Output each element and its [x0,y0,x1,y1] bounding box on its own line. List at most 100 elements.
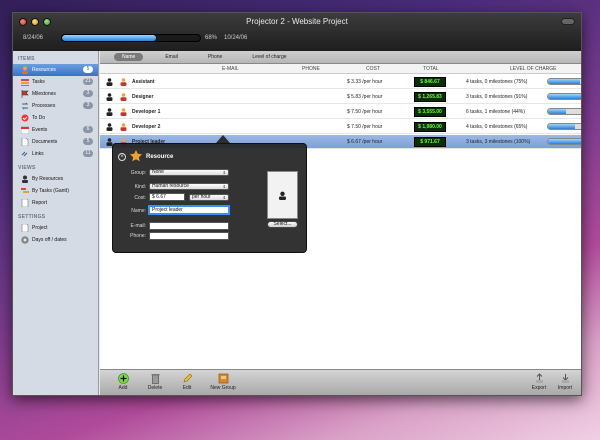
sidebar: ITEMS Resources 5 Tasks 21 Milestones 3 … [13,51,99,395]
new-group-label: New Group [210,385,236,391]
trash-icon [151,374,159,384]
delete-button[interactable]: Delete [140,373,170,391]
charge-level-fill [548,109,567,114]
sidebar-item-label: Resources [32,67,56,73]
name-input[interactable]: Project leader [149,206,229,214]
sidebar-item-milestones[interactable]: Milestones 3 [13,88,98,100]
person-icon [106,93,113,101]
sidebar-item-label: By Tasks (Gantt) [32,188,69,194]
group-value: None [152,169,164,175]
gear-icon [21,236,29,244]
sidebar-item-label: Tasks [32,79,45,85]
sidebar-item-label: To Do [32,115,46,121]
popover-title: Resource [146,154,174,160]
sidebar-item-by-resources[interactable]: By Resources [13,173,98,185]
charge-level-bar [547,138,581,145]
group-label: Group: [130,170,146,176]
tab-phone[interactable]: Phone [200,53,230,61]
add-button[interactable]: Add [108,373,138,391]
charge-level-fill [548,94,581,99]
sidebar-item-days-off[interactable]: Days off / dates [13,234,98,246]
sidebar-item-events[interactable]: Events 6 [13,124,98,136]
close-icon[interactable]: × [118,153,126,161]
resource-avatar-icon [120,108,127,116]
new-group-button[interactable]: New Group [204,373,242,391]
tab-level-of-charge[interactable]: Level of charge [244,53,294,61]
edit-button[interactable]: Edit [172,373,202,391]
updown-arrow-icon: ⇕ [222,170,226,175]
gantt-icon [21,187,29,195]
app-window: Projector 2 - Website Project 8/24/06 68… [12,12,582,396]
end-date: 10/24/06 [224,35,248,41]
person-icon [106,108,113,116]
milestones-icon [21,90,29,98]
column-cost[interactable]: COST [366,66,380,72]
documents-icon [21,138,29,146]
updown-arrow-icon: ⇕ [222,195,226,200]
resource-avatar-icon [120,123,127,131]
sidebar-item-report[interactable]: Report [13,197,98,209]
resource-popover: × Resource Group: None ⇕ Kind: Human reso… [112,143,307,253]
resource-total: $ 1,265.83 [414,92,446,102]
column-phone[interactable]: PHONE [302,66,320,72]
charge-level-fill [548,139,581,144]
import-button[interactable]: Import [550,373,580,391]
count-badge: 6 [83,126,93,133]
project-progress-bar [61,34,201,42]
sidebar-item-links[interactable]: Links 11 [13,148,98,160]
events-icon [21,126,29,134]
sidebar-item-project[interactable]: Project [13,222,98,234]
kind-select[interactable]: Human resource ⇕ [149,183,229,190]
phone-label: Phone: [130,233,146,239]
sidebar-section-title: ITEMS [18,56,35,62]
resource-total: $ 971.67 [414,137,446,147]
import-label: Import [557,385,573,391]
table-row[interactable]: Developer 1 $ 7.50 /per hour $ 3,555.00 6 t… [100,105,581,119]
table-row[interactable]: Developer 2 $ 7.50 /per hour $ 1,980.00 4 t… [100,120,581,134]
window-title: Projector 2 - Website Project [246,17,348,26]
sidebar-item-label: Days off / dates [32,237,67,243]
photo-well[interactable] [267,171,298,219]
column-email[interactable]: E-MAIL [222,66,239,72]
sidebar-item-todo[interactable]: To Do [13,112,98,124]
cost-input[interactable]: $ 6.67 [149,193,185,201]
add-label: Add [118,385,128,391]
email-input[interactable] [149,222,229,230]
resource-cost: $ 5.83 /per hour [347,94,383,100]
cost-label: Cost: [134,195,146,201]
sidebar-item-label: By Resources [32,176,64,182]
person-icon [21,175,29,183]
sidebar-item-documents[interactable]: Documents 5 [13,136,98,148]
charge-level-bar [547,123,581,130]
title-bar: Projector 2 - Website Project 8/24/06 68… [13,13,581,51]
count-badge: 3 [83,102,93,109]
resource-name: Assistant [132,79,155,85]
email-label: E-mail: [130,223,146,229]
select-photo-button[interactable]: Select... [267,221,298,228]
tab-email[interactable]: Email [157,53,186,61]
project-progress-fill [62,35,156,41]
table-row[interactable]: Designer $ 5.83 /per hour $ 1,265.83 3 task… [100,90,581,104]
sidebar-item-label: Documents [32,139,58,145]
resource-total: $ 3,555.00 [414,107,446,117]
resource-charge: 6 tasks, 1 milestone (44%) [466,109,525,115]
group-select[interactable]: None ⇕ [149,169,229,176]
sidebar-item-resources[interactable]: Resources 5 [13,64,98,76]
todo-icon [21,114,29,122]
sidebar-item-by-tasks-gantt[interactable]: By Tasks (Gantt) [13,185,98,197]
report-icon [21,199,29,207]
sidebar-section-title: VIEWS [18,165,36,171]
count-badge: 3 [83,90,93,97]
count-badge: 21 [83,78,93,85]
column-level-of-charge[interactable]: LEVEL OF CHARGE [510,66,557,72]
toolbar-toggle-button[interactable] [561,18,575,25]
tab-name[interactable]: Name [114,53,144,61]
phone-input[interactable] [149,232,229,240]
export-icon [535,373,543,383]
sidebar-item-tasks[interactable]: Tasks 21 [13,76,98,88]
sidebar-item-processes[interactable]: Processes 3 [13,100,98,112]
cost-unit-select[interactable]: per hour ⇕ [189,194,229,201]
cost-unit-value: per hour [192,194,211,200]
table-row[interactable]: Assistant $ 3.33 /per hour $ 846.67 4 tasks… [100,75,581,89]
column-total[interactable]: TOTAL [423,66,439,72]
